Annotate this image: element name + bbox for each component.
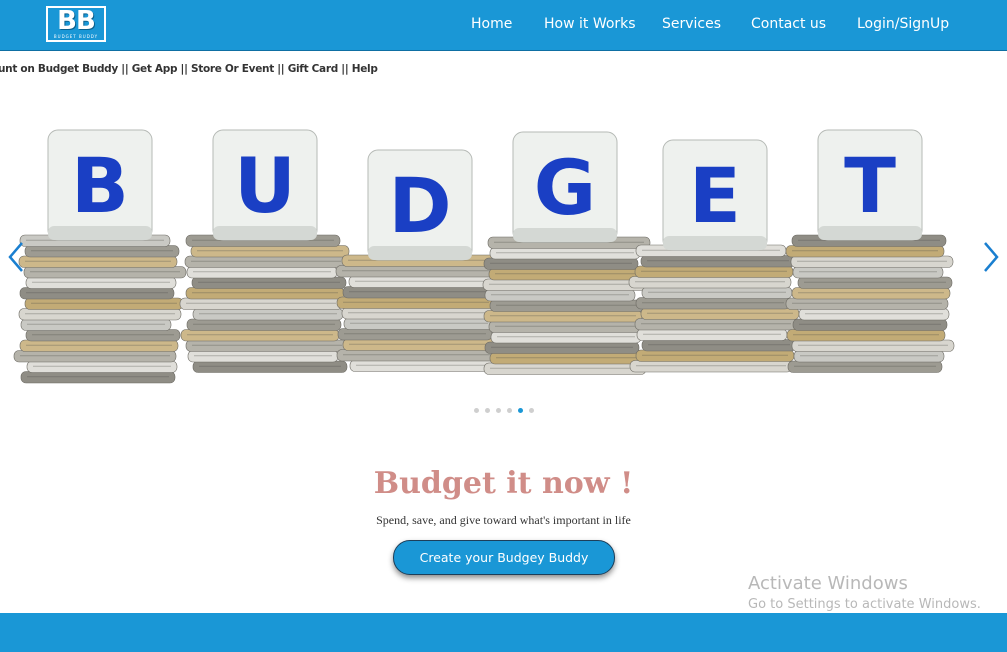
hero-title: Budget it now ! (373, 466, 634, 501)
footer-bar (0, 613, 1007, 652)
activate-windows-watermark: Activate Windows Go to Settings to activ… (748, 573, 981, 614)
nav-how-it-works[interactable]: How it Works (544, 16, 636, 32)
die-letter: E (689, 151, 741, 240)
carousel-slide-image: B U DG E T (13, 129, 955, 384)
carousel-indicators (474, 408, 540, 414)
watermark-line1: Activate Windows (748, 573, 908, 594)
carousel-dot[interactable] (485, 408, 490, 413)
brand-logo[interactable]: BB BUDGET BUDDY (46, 6, 106, 42)
carousel-next-button[interactable] (982, 241, 1000, 273)
hero-subtitle: Spend, save, and give toward what's impo… (376, 513, 631, 527)
nav-contact-us[interactable]: Contact us (751, 16, 826, 32)
die-letter: B (71, 141, 129, 230)
die-letter: T (844, 141, 896, 230)
logo-subtext: BUDGET BUDDY (53, 34, 99, 39)
nav-home[interactable]: Home (471, 16, 512, 32)
hero-carousel: B U DG E T (0, 95, 1007, 425)
create-budget-buddy-button[interactable]: Create your Budgey Buddy (393, 540, 615, 575)
die-letter: G (534, 143, 596, 232)
die-letter: D (388, 161, 451, 250)
carousel-prev-button[interactable] (7, 241, 25, 273)
coin-stack: E (628, 139, 800, 373)
announcement-ticker[interactable]: unt on Budget Buddy || Get App || Store … (0, 63, 378, 75)
nav-login-signup[interactable]: Login/SignUp (857, 16, 949, 32)
carousel-dot[interactable] (529, 408, 534, 413)
die-letter: U (234, 141, 296, 230)
watermark-line2: Go to Settings to activate Windows. (748, 597, 981, 612)
carousel-dot[interactable] (474, 408, 479, 413)
carousel-dot[interactable] (496, 408, 501, 413)
chevron-right-icon (984, 242, 999, 272)
carousel-dot[interactable] (518, 408, 523, 413)
logo-letters: BB (57, 6, 96, 36)
coin-stack: B (13, 129, 187, 384)
coin-stack: U (179, 129, 350, 373)
chevron-left-icon (8, 242, 23, 272)
nav-services[interactable]: Services (662, 16, 721, 32)
coin-stack: T (785, 129, 955, 373)
carousel-dot[interactable] (507, 408, 512, 413)
coin-stack: D (335, 149, 505, 372)
coin-stack: G (482, 131, 652, 375)
top-navbar: BB BUDGET BUDDY Home How it Works Servic… (0, 0, 1007, 51)
